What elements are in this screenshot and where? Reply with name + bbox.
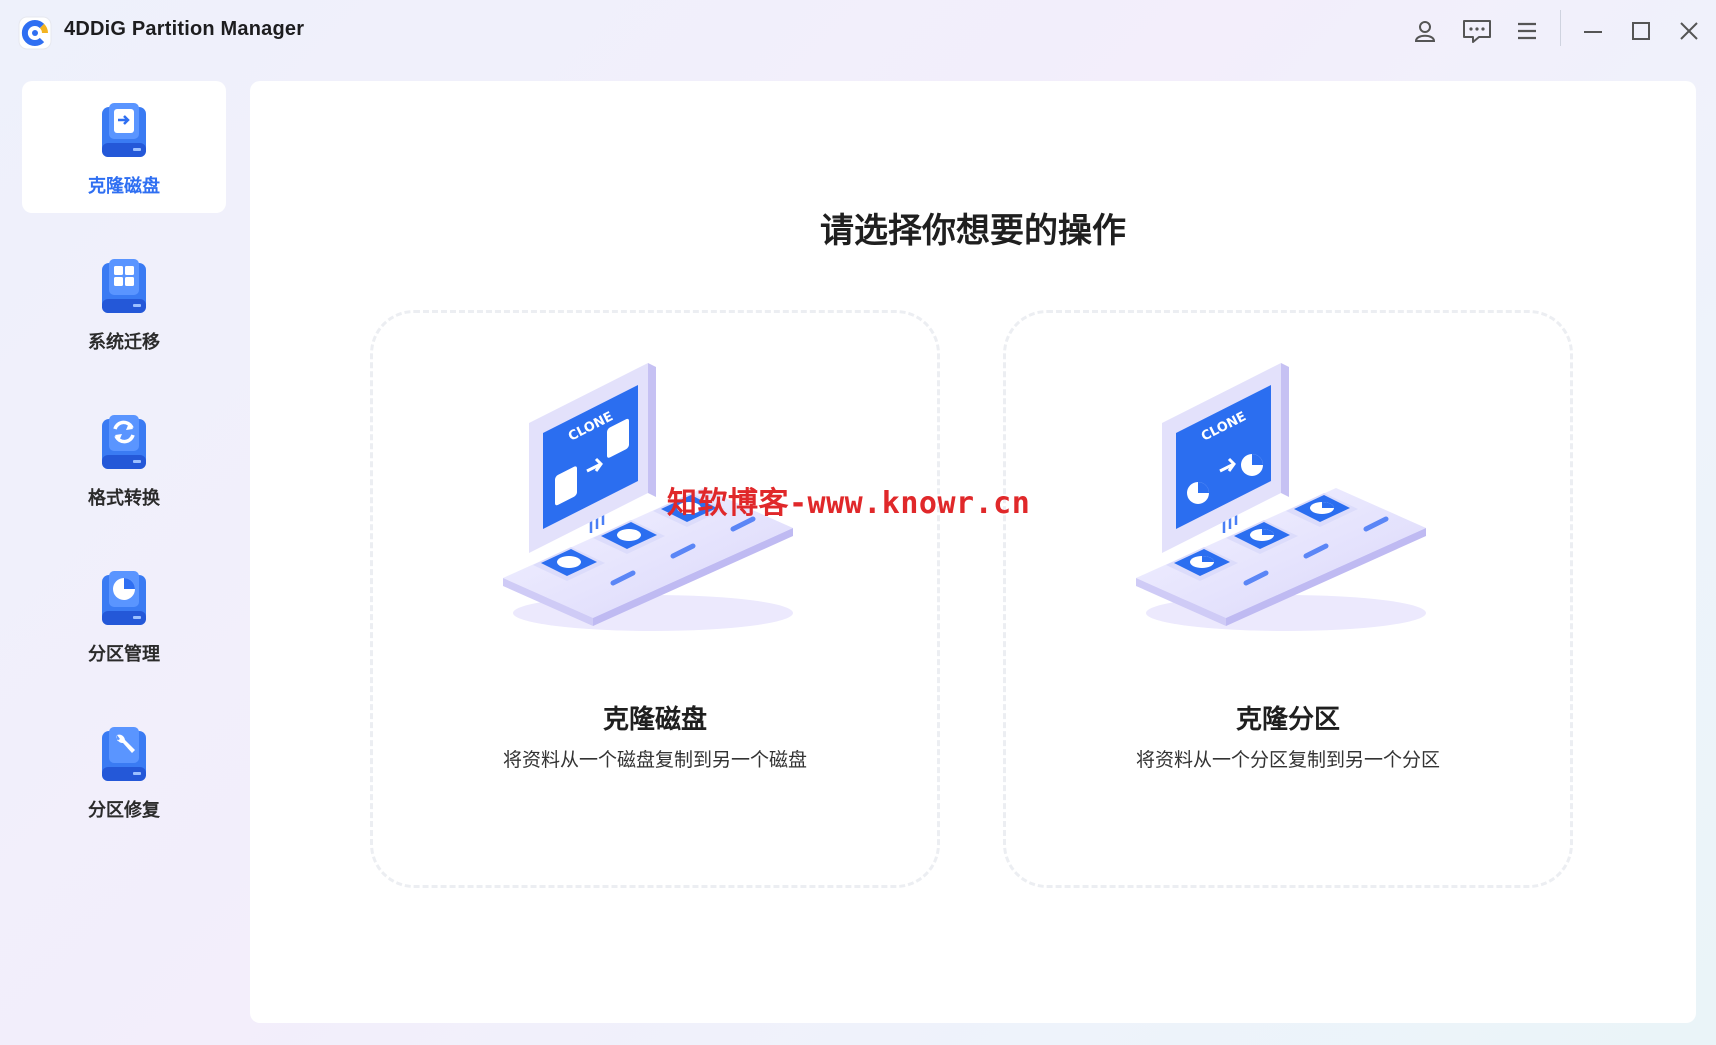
minimize-icon bbox=[1584, 31, 1602, 33]
title-bar: 4DDiG Partition Manager bbox=[0, 0, 1716, 62]
titlebar-separator bbox=[1560, 10, 1561, 46]
sidebar-item-label: 系统迁移 bbox=[88, 332, 160, 353]
feedback-button[interactable] bbox=[1460, 14, 1494, 48]
clone-disk-card[interactable]: CLONE 克隆磁盘 将资料从一个磁盘复制到另一个磁盘 bbox=[370, 310, 940, 888]
sidebar-item-label: 分区管理 bbox=[88, 644, 160, 665]
sidebar-item-system-migrate[interactable]: 系统迁移 bbox=[22, 237, 226, 369]
card-title: 克隆磁盘 bbox=[602, 705, 707, 735]
sidebar-item-label: 克隆磁盘 bbox=[88, 176, 160, 197]
sidebar-item-label: 分区修复 bbox=[88, 800, 160, 821]
format-convert-icon bbox=[102, 415, 146, 469]
sidebar-item-label: 格式转换 bbox=[88, 488, 160, 509]
account-button[interactable] bbox=[1408, 14, 1442, 48]
sidebar-item-clone-disk[interactable]: 克隆磁盘 bbox=[22, 81, 226, 213]
partition-manage-icon bbox=[102, 571, 146, 625]
feedback-icon bbox=[1463, 20, 1491, 43]
partition-repair-icon bbox=[102, 727, 146, 781]
card-title: 克隆分区 bbox=[1235, 705, 1340, 735]
maximize-button[interactable] bbox=[1624, 14, 1658, 48]
page-title: 请选择你想要的操作 bbox=[820, 211, 1126, 251]
minimize-button[interactable] bbox=[1576, 14, 1610, 48]
clone-partition-illustration: CLONE bbox=[1136, 363, 1426, 631]
system-migrate-icon bbox=[102, 259, 146, 313]
sidebar-item-format-convert[interactable]: 格式转换 bbox=[22, 393, 226, 525]
account-icon bbox=[1414, 21, 1436, 42]
4ddig-logo-icon bbox=[18, 16, 52, 50]
sidebar-item-partition-repair[interactable]: 分区修复 bbox=[22, 705, 226, 837]
menu-icon bbox=[1518, 22, 1536, 40]
menu-button[interactable] bbox=[1510, 14, 1544, 48]
main-panel: 请选择你想要的操作 CLONE 克隆磁盘 将资料从一个磁盘复制到另一个磁盘 CL… bbox=[250, 81, 1696, 1023]
card-description: 将资料从一个分区复制到另一个分区 bbox=[1135, 749, 1440, 771]
maximize-icon bbox=[1632, 22, 1650, 40]
card-description: 将资料从一个磁盘复制到另一个磁盘 bbox=[502, 749, 807, 771]
close-icon bbox=[1680, 22, 1698, 40]
watermark-text: 知软博客-www.knowr.cn bbox=[667, 486, 1031, 521]
sidebar-item-partition-manage[interactable]: 分区管理 bbox=[22, 549, 226, 681]
clone-partition-card[interactable]: CLONE 克隆分区 将资料从一个分区复制到另一个分区 bbox=[1003, 310, 1573, 888]
close-button[interactable] bbox=[1672, 14, 1706, 48]
clone-disk-icon bbox=[102, 103, 146, 157]
app-title: 4DDiG Partition Manager bbox=[64, 18, 305, 40]
